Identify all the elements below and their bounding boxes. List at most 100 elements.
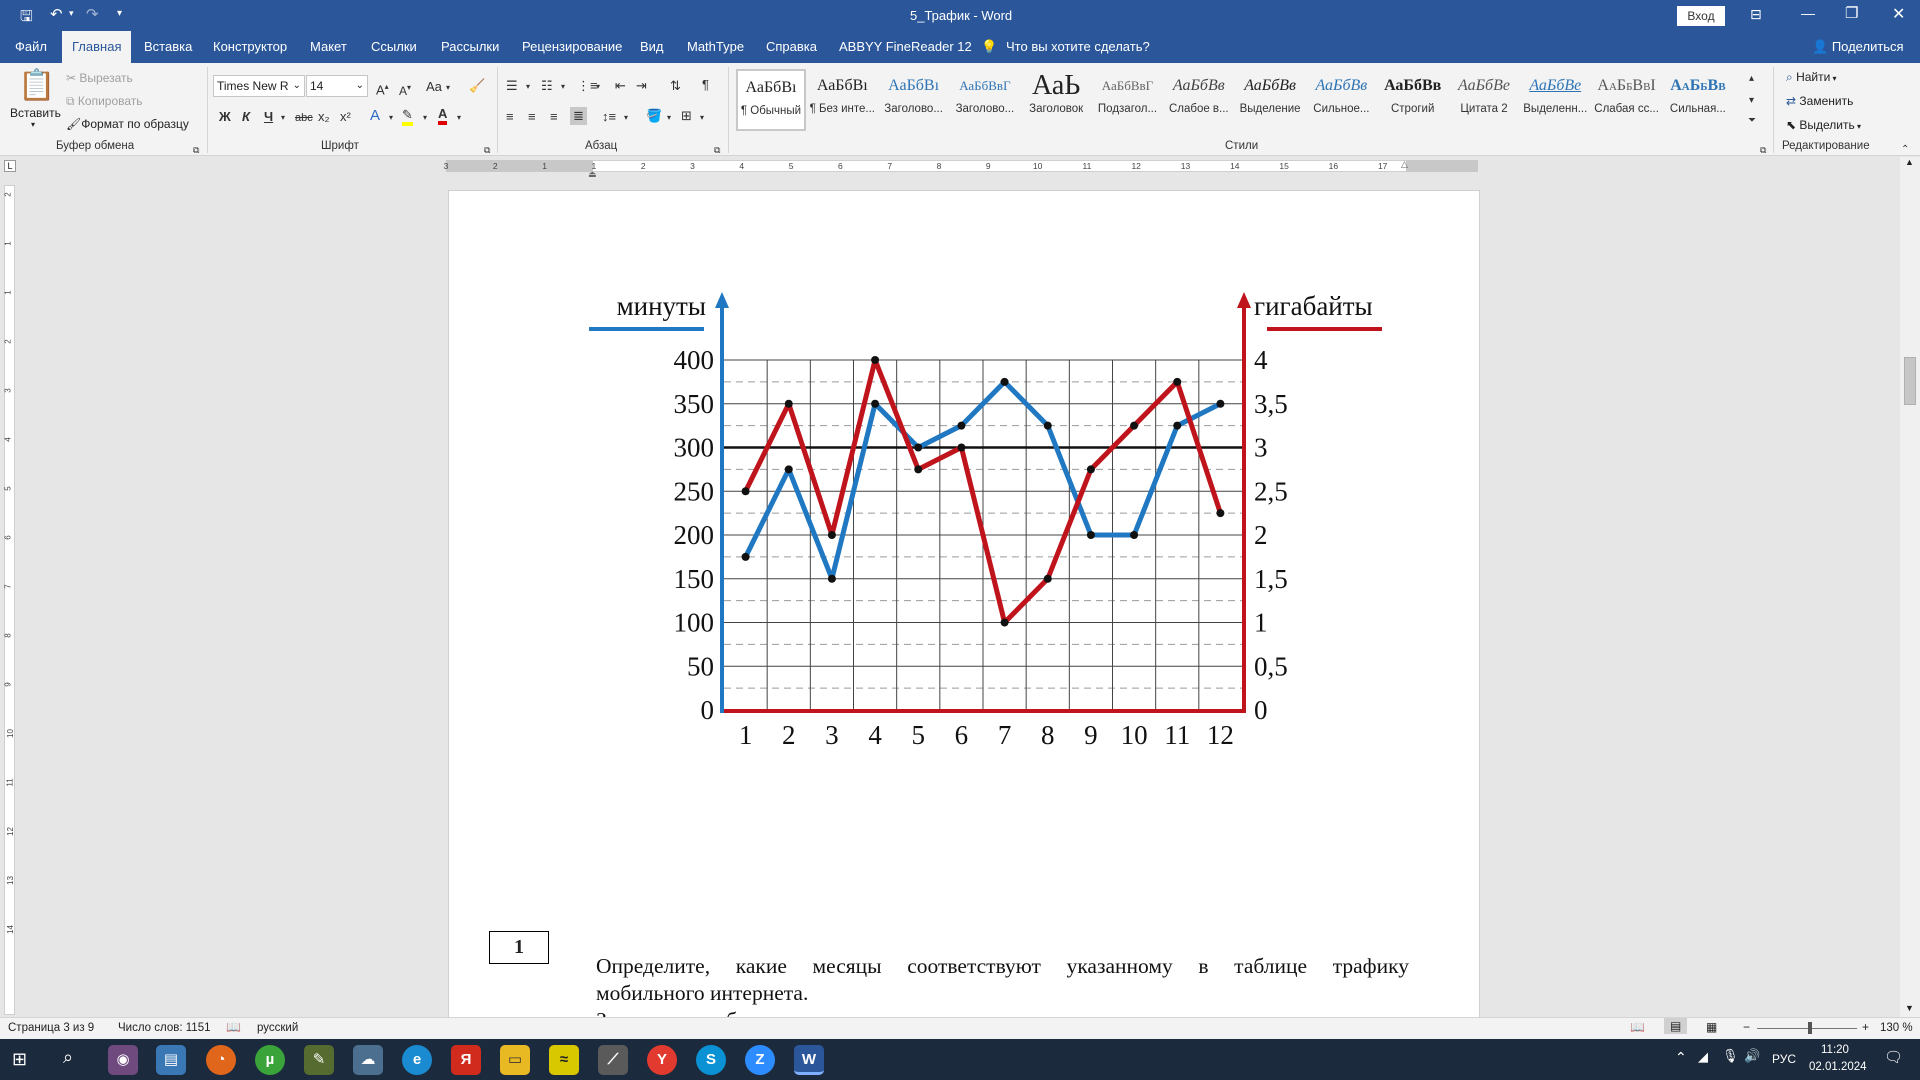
tab-home[interactable]: Главная xyxy=(62,31,132,63)
paragraph-launcher-icon[interactable]: ⧉ xyxy=(714,142,720,158)
underline-dropdown-icon[interactable]: ▾ xyxy=(281,110,285,126)
print-layout-icon[interactable]: ▤ xyxy=(1664,1018,1688,1034)
borders-dropdown-icon[interactable]: ▾ xyxy=(700,110,704,126)
tab-mailings[interactable]: Рассылки xyxy=(441,31,499,63)
document-page[interactable]: минуты гигабайты 0 50 100 150 200 250 300 350 400 0… xyxy=(448,190,1480,1032)
style-item[interactable]: АаБбВв Слабое в... xyxy=(1164,69,1234,131)
app-icon-5[interactable]: ✎ xyxy=(304,1045,334,1075)
italic-button[interactable]: К xyxy=(242,109,250,125)
copy-button[interactable]: ⧉ Копировать xyxy=(66,94,143,109)
style-item[interactable]: АаБбВе Выделенн... xyxy=(1520,69,1590,131)
style-item[interactable]: АаБбВе Цитата 2 xyxy=(1449,69,1519,131)
strikethrough-button[interactable]: abc xyxy=(295,110,313,126)
multilevel-list-icon[interactable]: ⋮≡ xyxy=(577,78,598,94)
style-item[interactable]: АаБбВвІ Слабая сс... xyxy=(1592,69,1662,131)
text-effects-icon[interactable]: A xyxy=(370,108,380,124)
zoom-level[interactable]: 130 % xyxy=(1880,1022,1913,1034)
skype-icon[interactable]: S xyxy=(696,1045,726,1075)
bold-button[interactable]: Ж xyxy=(219,109,231,125)
yandex-icon[interactable]: Я xyxy=(451,1045,481,1075)
proofing-icon[interactable]: 📖 xyxy=(226,1020,241,1034)
input-language[interactable]: РУС xyxy=(1772,1052,1796,1066)
search-icon[interactable]: ⌕ xyxy=(63,1047,73,1068)
shading-dropdown-icon[interactable]: ▾ xyxy=(667,110,671,126)
tab-selector-icon[interactable]: L xyxy=(4,160,16,172)
notifications-icon[interactable]: 🗨 xyxy=(1884,1048,1903,1066)
save-icon[interactable]: 🖫 xyxy=(20,6,33,31)
subscript-button[interactable]: x₂ xyxy=(318,109,330,125)
style-item[interactable]: АаБбВв Строгий xyxy=(1378,69,1448,131)
cut-button[interactable]: ✂ Вырезать xyxy=(66,71,133,85)
zoom-in-icon[interactable]: + xyxy=(1862,1020,1869,1034)
tray-up-icon[interactable]: ⌃ xyxy=(1675,1049,1687,1066)
show-marks-icon[interactable]: ¶ xyxy=(702,77,709,93)
redo-icon[interactable]: ↷ xyxy=(86,5,99,23)
clock-date[interactable]: 02.01.2024 xyxy=(1809,1061,1867,1073)
tab-references[interactable]: Ссылки xyxy=(371,31,417,63)
tab-abbyy[interactable]: ABBYY FineReader 12 xyxy=(839,31,972,63)
font-color-dropdown-icon[interactable]: ▾ xyxy=(457,110,461,126)
align-center-icon[interactable]: ≡ xyxy=(528,109,536,125)
change-case-dropdown-icon[interactable]: ▾ xyxy=(446,80,450,96)
tab-help[interactable]: Справка xyxy=(766,31,817,63)
app-icon-1[interactable]: ◉ xyxy=(108,1045,138,1075)
app-icon-6[interactable]: ☁ xyxy=(353,1045,383,1075)
numbering-icon[interactable]: ☷ xyxy=(541,78,553,94)
font-launcher-icon[interactable]: ⧉ xyxy=(484,142,490,158)
text-effects-dropdown-icon[interactable]: ▾ xyxy=(389,110,393,126)
notepad-icon[interactable]: ▤ xyxy=(156,1045,186,1075)
style-item[interactable]: АаЬ Заголовок xyxy=(1021,69,1091,131)
file-explorer-icon[interactable]: ▭ xyxy=(500,1045,530,1075)
word-count[interactable]: Число слов: 1151 xyxy=(118,1022,210,1034)
app-icon-11[interactable]: ⟋ xyxy=(598,1045,628,1075)
word-icon[interactable]: W xyxy=(794,1045,824,1075)
zoom-icon[interactable]: Z xyxy=(745,1045,775,1075)
format-painter-button[interactable]: 🖌Формат по образцу xyxy=(66,117,189,131)
font-size-select[interactable]: 14 ⌄ xyxy=(306,75,368,97)
network-icon[interactable]: ◢ xyxy=(1698,1049,1708,1065)
style-item[interactable]: АаБбВв Сильная... xyxy=(1663,69,1733,131)
undo-icon[interactable]: ↶ xyxy=(50,5,63,23)
highlight-dropdown-icon[interactable]: ▾ xyxy=(423,110,427,126)
maximize-icon[interactable]: ❐ xyxy=(1845,4,1858,22)
select-button[interactable]: ⬉ Выделить ▾ xyxy=(1786,118,1861,132)
gallery-more-icon[interactable]: ⏷ xyxy=(1748,113,1756,129)
app-icon-10[interactable]: ≈ xyxy=(549,1045,579,1075)
tab-insert[interactable]: Вставка xyxy=(144,31,192,63)
scroll-thumb[interactable] xyxy=(1904,357,1916,405)
signin-button[interactable]: Вход xyxy=(1677,6,1725,26)
tab-design[interactable]: Конструктор xyxy=(213,31,287,63)
superscript-button[interactable]: x² xyxy=(340,109,351,125)
utorrent-icon[interactable]: µ xyxy=(255,1045,285,1075)
web-layout-icon[interactable]: ▦ xyxy=(1706,1020,1717,1034)
line-spacing-dropdown-icon[interactable]: ▾ xyxy=(624,110,628,126)
bullets-icon[interactable]: ☰ xyxy=(506,78,518,94)
undo-dropdown-icon[interactable]: ▾ xyxy=(69,8,74,19)
style-item[interactable]: АаБбВвГ Подзагол... xyxy=(1093,69,1163,131)
clear-formatting-icon[interactable]: 🧹 xyxy=(469,78,485,94)
gallery-down-icon[interactable]: ▾ xyxy=(1749,93,1754,109)
find-button[interactable]: ⌕ Найти ▾ xyxy=(1786,70,1837,85)
style-item[interactable]: АаБбВı ¶ Обычный xyxy=(736,69,806,131)
decrease-indent-icon[interactable]: ⇤ xyxy=(615,78,626,94)
scroll-up-icon[interactable]: ▲ xyxy=(1905,157,1914,167)
share-button[interactable]: 👤 Поделиться xyxy=(1812,31,1904,63)
increase-indent-icon[interactable]: ⇥ xyxy=(636,78,647,94)
align-right-icon[interactable]: ≡ xyxy=(550,109,558,125)
firefox-icon[interactable]: ◔ xyxy=(206,1045,236,1075)
tab-file[interactable]: Файл xyxy=(15,31,47,63)
change-case-button[interactable]: Aa xyxy=(426,79,442,95)
close-icon[interactable]: ✕ xyxy=(1892,4,1905,24)
tab-mathtype[interactable]: MathType xyxy=(687,31,744,63)
microphone-icon[interactable]: 🎙 xyxy=(1722,1048,1739,1064)
style-item[interactable]: АаБбВı Заголово... xyxy=(879,69,949,131)
paste-icon[interactable]: 📋 xyxy=(18,69,55,103)
bullets-dropdown-icon[interactable]: ▾ xyxy=(526,79,530,95)
gallery-up-icon[interactable]: ▴ xyxy=(1749,71,1754,87)
align-left-icon[interactable]: ≡ xyxy=(506,109,514,125)
tab-review[interactable]: Рецензирование xyxy=(522,31,622,63)
indent-marker-icon[interactable]: ⏏ xyxy=(588,169,597,180)
right-indent-marker-icon[interactable]: △ xyxy=(1401,159,1408,170)
style-item[interactable]: АаБбВвГ Заголово... xyxy=(950,69,1020,131)
vertical-scrollbar[interactable]: ▲ ▼ xyxy=(1900,157,1920,1017)
